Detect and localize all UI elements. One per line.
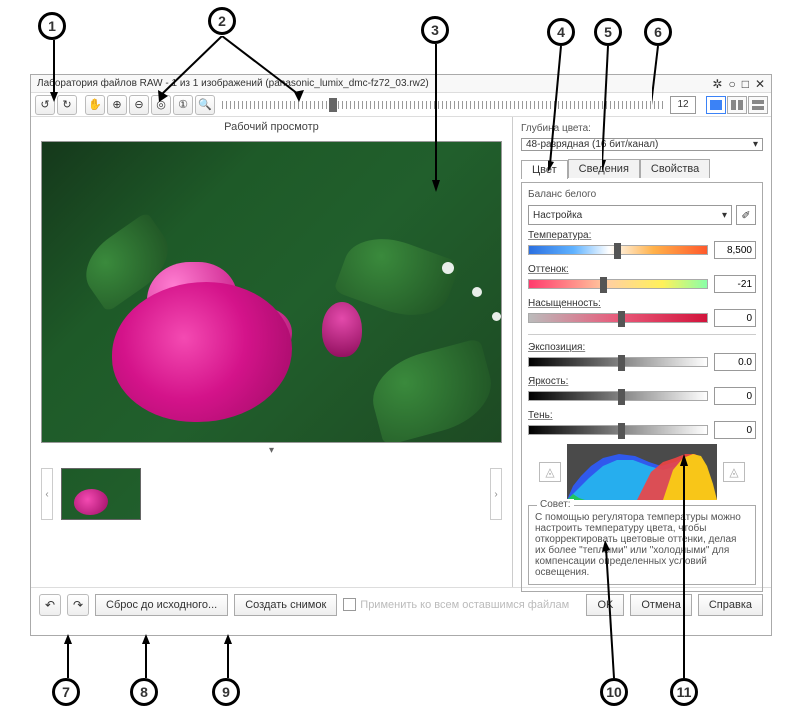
highlight-clip-warning-button[interactable]: ◬ bbox=[723, 462, 745, 482]
zoom-in-button[interactable]: ⊕ bbox=[107, 95, 127, 115]
tint-label: Оттенок: bbox=[528, 264, 756, 275]
title-bar: Лаборатория файлов RAW - 1 из 1 изображе… bbox=[31, 75, 771, 93]
tab-color[interactable]: Цвет bbox=[521, 160, 568, 179]
redo-button[interactable]: ↷ bbox=[67, 594, 89, 616]
callout-2: 2 bbox=[208, 7, 236, 35]
ok-button[interactable]: OK bbox=[586, 594, 624, 616]
cancel-button[interactable]: Отмена bbox=[630, 594, 691, 616]
exposure-label: Экспозиция: bbox=[528, 342, 756, 353]
main-toolbar: ↺ ↻ ✋ ⊕ ⊖ ◎ ① 🔍 12 bbox=[31, 93, 771, 117]
callout-11: 11 bbox=[670, 678, 698, 706]
thumbnail-item[interactable] bbox=[61, 468, 141, 520]
preview-pane: Рабочий просмотр ▾ ‹ › bbox=[31, 117, 513, 587]
zoom-out-button[interactable]: ⊖ bbox=[129, 95, 149, 115]
warning-icon: ◬ bbox=[545, 465, 554, 479]
zoom-tool-button[interactable]: 🔍 bbox=[195, 95, 215, 115]
hint-box: Совет: С помощью регулятора температуры … bbox=[528, 505, 756, 585]
view-single-button[interactable] bbox=[706, 96, 726, 114]
saturation-slider[interactable] bbox=[528, 313, 708, 323]
warning-icon: ◬ bbox=[729, 465, 738, 479]
brightness-value[interactable] bbox=[714, 387, 756, 405]
zoom-fit-button[interactable]: ◎ bbox=[151, 95, 171, 115]
wb-group-label: Баланс белого bbox=[528, 189, 756, 200]
pan-hand-button[interactable]: ✋ bbox=[85, 95, 105, 115]
brightness-slider[interactable] bbox=[528, 391, 708, 401]
thumbnail-strip: ‹ › bbox=[41, 463, 502, 525]
preview-label: Рабочий просмотр bbox=[31, 117, 512, 137]
undo-button[interactable]: ↶ bbox=[39, 594, 61, 616]
zoom-100-button[interactable]: ① bbox=[173, 95, 193, 115]
color-depth-dropdown[interactable]: 48-разрядная (16 бит/канал) ▾ bbox=[521, 138, 763, 151]
callout-10: 10 bbox=[600, 678, 628, 706]
help-button[interactable]: Справка bbox=[698, 594, 763, 616]
callout-9: 9 bbox=[212, 678, 240, 706]
exposure-value[interactable] bbox=[714, 353, 756, 371]
strip-prev-button[interactable]: ‹ bbox=[41, 468, 53, 520]
chevron-down-icon: ▾ bbox=[722, 210, 727, 221]
wb-preset-dropdown[interactable]: Настройка ▾ bbox=[528, 205, 732, 225]
color-depth-label: Глубина цвета: bbox=[521, 123, 763, 134]
tab-properties[interactable]: Свойства bbox=[640, 159, 710, 178]
minimize-icon[interactable]: ○ bbox=[728, 77, 735, 91]
view-split-h-button[interactable] bbox=[748, 96, 768, 114]
saturation-value[interactable] bbox=[714, 309, 756, 327]
create-snapshot-button[interactable]: Создать снимок bbox=[234, 594, 337, 616]
tint-value[interactable] bbox=[714, 275, 756, 293]
thumb-strip-toggle-icon[interactable]: ▾ bbox=[31, 445, 512, 457]
window-title: Лаборатория файлов RAW - 1 из 1 изображе… bbox=[37, 78, 429, 89]
exposure-slider[interactable] bbox=[528, 357, 708, 367]
callout-1: 1 bbox=[38, 12, 66, 40]
callout-7: 7 bbox=[52, 678, 80, 706]
bottom-bar: ↶ ↷ Сброс до исходного... Создать снимок… bbox=[31, 587, 771, 621]
temperature-value[interactable] bbox=[714, 241, 756, 259]
callout-3: 3 bbox=[421, 16, 449, 44]
chevron-down-icon: ▾ bbox=[753, 139, 758, 150]
tab-details[interactable]: Сведения bbox=[568, 159, 640, 178]
shadow-slider[interactable] bbox=[528, 425, 708, 435]
close-icon[interactable]: ✕ bbox=[755, 77, 765, 91]
callout-5: 5 bbox=[594, 18, 622, 46]
hint-body: С помощью регулятора температуры можно н… bbox=[535, 512, 741, 578]
tab-color-body: Баланс белого Настройка ▾ ✐ Температура: bbox=[521, 182, 763, 592]
tint-slider[interactable] bbox=[528, 279, 708, 289]
preview-image[interactable] bbox=[41, 141, 502, 443]
saturation-label: Насыщенность: bbox=[528, 298, 756, 309]
adjustments-pane: Глубина цвета: 48-разрядная (16 бит/кана… bbox=[513, 117, 771, 587]
callout-8: 8 bbox=[130, 678, 158, 706]
rotate-left-button[interactable]: ↺ bbox=[35, 95, 55, 115]
temperature-slider[interactable] bbox=[528, 245, 708, 255]
temperature-label: Температура: bbox=[528, 230, 756, 241]
adjustment-tabs: Цвет Сведения Свойства bbox=[521, 159, 763, 178]
shadow-clip-warning-button[interactable]: ◬ bbox=[539, 462, 561, 482]
eyedropper-button[interactable]: ✐ bbox=[736, 205, 756, 225]
shadow-value[interactable] bbox=[714, 421, 756, 439]
apply-to-remaining-checkbox[interactable]: Применить ко всем оставшимся файлам bbox=[343, 598, 569, 611]
settings-icon[interactable]: ✲ bbox=[712, 77, 722, 91]
zoom-slider[interactable]: 12 bbox=[222, 96, 696, 114]
hint-title: Совет: bbox=[537, 499, 574, 510]
callout-6: 6 bbox=[644, 18, 672, 46]
shadow-label: Тень: bbox=[528, 410, 756, 421]
raw-lab-window: Лаборатория файлов RAW - 1 из 1 изображе… bbox=[30, 74, 772, 636]
rotate-right-button[interactable]: ↻ bbox=[57, 95, 77, 115]
view-split-v-button[interactable] bbox=[727, 96, 747, 114]
maximize-icon[interactable]: □ bbox=[742, 77, 749, 91]
strip-next-button[interactable]: › bbox=[490, 468, 502, 520]
brightness-label: Яркость: bbox=[528, 376, 756, 387]
callout-4: 4 bbox=[547, 18, 575, 46]
histogram bbox=[567, 444, 717, 500]
eyedropper-icon: ✐ bbox=[741, 209, 750, 222]
checkbox-icon bbox=[343, 598, 356, 611]
reset-button[interactable]: Сброс до исходного... bbox=[95, 594, 228, 616]
zoom-value[interactable]: 12 bbox=[670, 96, 696, 114]
